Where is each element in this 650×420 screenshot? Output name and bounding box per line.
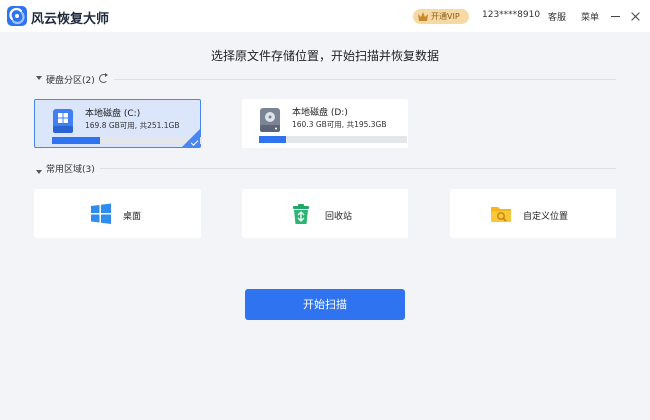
collapse-arrow-icon[interactable] [36, 170, 42, 174]
location-label: 回收站 [325, 212, 353, 222]
disk-usage-fill [52, 137, 100, 144]
disk-usage-bar [52, 137, 202, 144]
disk-size: 169.8 GB可用, 共251.1GB [85, 121, 180, 130]
disk-card-d[interactable]: 本地磁盘 (D:) 160.3 GB可用, 共195.3GB [242, 99, 408, 148]
app-logo-icon [7, 6, 27, 26]
section-divider [114, 79, 616, 80]
disk-card-c[interactable]: 本地磁盘 (C:) 169.8 GB可用, 共251.1GB [34, 99, 202, 148]
recycle-bin-icon [293, 204, 309, 224]
refresh-icon[interactable] [99, 73, 108, 83]
location-custom[interactable]: 自定义位置 [450, 189, 616, 238]
disk-usage-bar [259, 136, 407, 143]
start-scan-button[interactable]: 开始扫描 [245, 289, 405, 320]
vip-crown-icon [418, 12, 428, 21]
location-desktop[interactable]: 桌面 [34, 189, 201, 238]
section-divider [100, 168, 616, 169]
app-title: 风云恢复大师 [31, 12, 110, 27]
account-label[interactable]: 123****8910 [482, 10, 540, 20]
folder-search-icon [491, 207, 511, 222]
disk-name: 本地磁盘 (D:) [292, 108, 348, 118]
title-bar: 风云恢复大师 开通VIP 123****8910 客服 菜单 [0, 0, 650, 32]
menu-button[interactable]: 菜单 [581, 10, 599, 23]
common-section-title: 常用区域(3) [46, 165, 95, 175]
location-recycle-bin[interactable]: 回收站 [242, 189, 408, 238]
page-heading: 选择原文件存储位置，开始扫描并恢复数据 [210, 49, 439, 63]
disk-name: 本地磁盘 (C:) [85, 109, 141, 119]
vip-label: 开通VIP [431, 12, 460, 21]
hard-drive-icon [260, 108, 280, 132]
disk-section-title: 硬盘分区(2) [46, 76, 95, 86]
windows-drive-icon [53, 109, 73, 133]
minimize-icon[interactable] [608, 8, 624, 24]
windows-desktop-icon [91, 203, 111, 224]
disk-usage-fill [259, 136, 286, 143]
disk-size: 160.3 GB可用, 共195.3GB [292, 120, 387, 129]
location-label: 自定义位置 [523, 212, 569, 222]
location-label: 桌面 [123, 212, 142, 222]
vip-button[interactable]: 开通VIP [413, 9, 469, 24]
customer-service-button[interactable]: 客服 [548, 10, 566, 23]
collapse-arrow-icon[interactable] [36, 76, 42, 80]
close-icon[interactable] [628, 8, 644, 24]
